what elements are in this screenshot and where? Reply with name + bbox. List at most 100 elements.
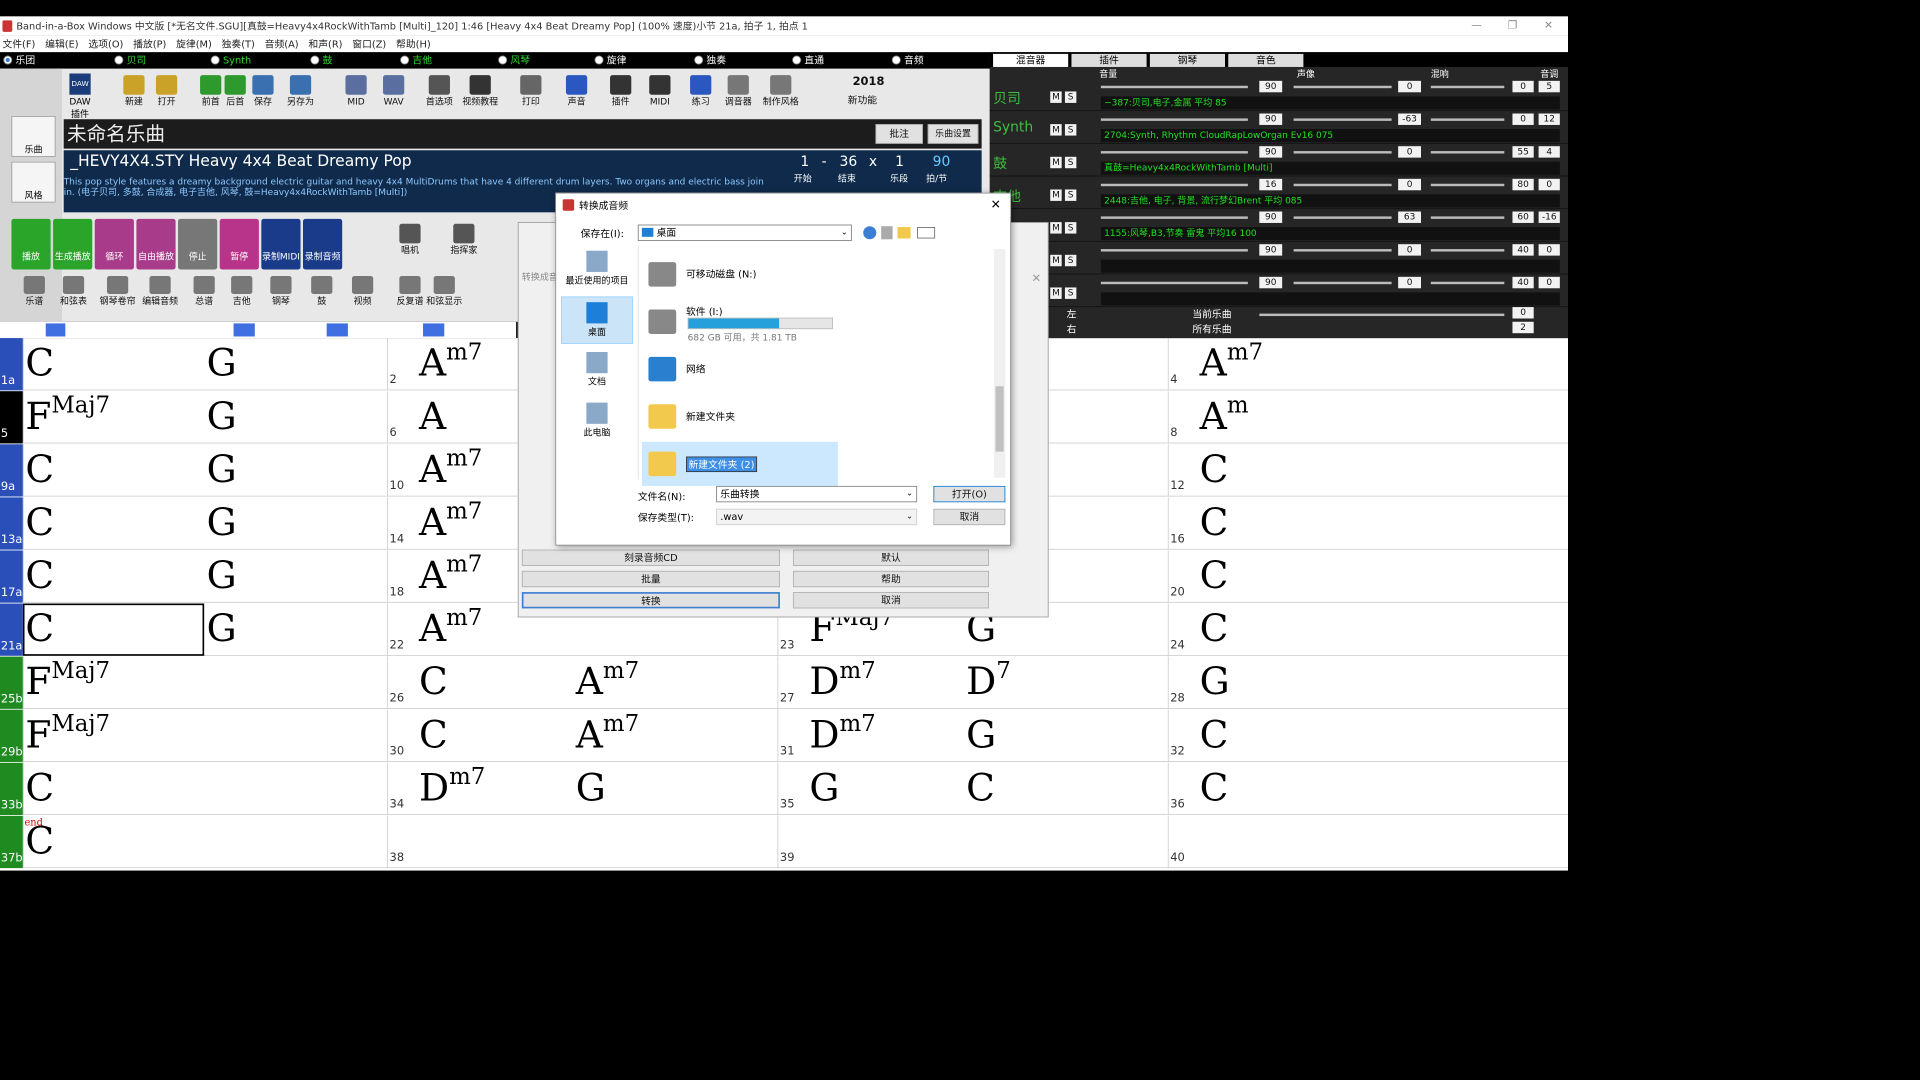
reverb-slider[interactable] (1430, 151, 1505, 154)
pan-value[interactable]: 0 (1398, 80, 1422, 93)
volume-value[interactable]: 90 (1259, 244, 1283, 256)
open-button[interactable]: 打开(O) (933, 485, 1006, 503)
transport-extra-0[interactable]: 唱机 (387, 223, 433, 257)
transport-button-1[interactable]: 生成播放 (53, 218, 93, 270)
menu-item-5[interactable]: 独奏(T) (222, 38, 255, 49)
file-type-select[interactable]: .wav ⌄ (716, 508, 918, 526)
mixer-tab-0[interactable]: 混音器 (993, 53, 1069, 67)
view-button-3[interactable]: 编辑音频 (140, 276, 179, 307)
mixer-btn-s[interactable]: S (1064, 254, 1077, 267)
patch-name[interactable] (1100, 292, 1560, 306)
mixer-btn-m[interactable]: M (1050, 124, 1062, 136)
pan-slider[interactable] (1293, 85, 1392, 89)
view-button-6[interactable]: 钢琴 (261, 276, 300, 307)
view-button-10[interactable]: 和弦显示 (425, 276, 464, 307)
bar-cell[interactable]: C (22, 815, 388, 869)
transport-button-5[interactable]: 暂停 (219, 218, 259, 270)
bar-cell[interactable]: FMaj7 G (22, 391, 388, 444)
maximize-button[interactable]: ❐ (1496, 16, 1529, 36)
tone-value[interactable]: 0 (1538, 276, 1560, 289)
tone-value[interactable]: 12 (1538, 113, 1560, 125)
pan-value[interactable]: 0 (1398, 244, 1422, 256)
volume-value[interactable]: 90 (1259, 113, 1283, 125)
mixer-btn-m[interactable]: M (1050, 222, 1062, 234)
pan-value[interactable]: 0 (1398, 276, 1422, 289)
pan-slider[interactable] (1293, 216, 1392, 219)
menu-item-2[interactable]: 选项(O) (88, 38, 123, 49)
bar-cell[interactable]: 8 Am (1167, 391, 1569, 444)
reverb-value[interactable]: 60 (1512, 211, 1534, 223)
volume-slider[interactable] (1100, 151, 1248, 154)
volume-slider[interactable] (1100, 118, 1248, 121)
notes-button[interactable]: 批注 (875, 124, 923, 144)
reverb-value[interactable]: 0 (1512, 80, 1534, 93)
song-button[interactable]: 乐曲 (11, 115, 56, 157)
view-button-0[interactable]: 乐谱 (15, 276, 54, 307)
bar-cell[interactable]: CG (22, 550, 388, 603)
mixer-tab-1[interactable]: 插件 (1071, 53, 1147, 67)
mixer-btn-m[interactable]: M (1050, 189, 1062, 201)
dialog-close-icon[interactable]: ✕ (991, 197, 1001, 212)
transport-extra-1[interactable]: 指挥家 (441, 223, 487, 257)
outer-button-0[interactable]: 刻录音频CD (521, 549, 780, 566)
transport-button-6[interactable]: 录制MIDI (261, 218, 301, 270)
reverb-slider[interactable] (1430, 249, 1505, 252)
bar-cell[interactable]: 35 G C (777, 762, 1168, 816)
patch-name[interactable]: ~387:贝司,电子,金属 平均 85 (1100, 96, 1560, 110)
file-item[interactable]: 新建文件夹 (2) (641, 441, 838, 486)
toolbar-button-12[interactable]: 插件 (603, 75, 639, 108)
new-folder-icon[interactable] (897, 227, 911, 239)
toolbar-button-9[interactable]: 视频教程 (462, 75, 498, 108)
pan-value[interactable]: -63 (1398, 113, 1422, 125)
toolbar-button-11[interactable]: 声音 (559, 75, 595, 108)
pan-slider[interactable] (1293, 281, 1392, 285)
place-0[interactable]: 最近使用的项目 (561, 246, 633, 293)
view-menu-icon[interactable] (917, 227, 936, 239)
pan-slider[interactable] (1293, 183, 1392, 187)
bar-cell[interactable]: 32 C (1167, 709, 1569, 762)
track-radio-9[interactable]: 音频 (891, 54, 924, 67)
toolbar-button-13[interactable]: MIDI (642, 75, 678, 108)
file-item[interactable]: 网络 (642, 347, 838, 391)
reverb-slider[interactable] (1430, 281, 1505, 285)
toolbar-button-15[interactable]: 调音器 (720, 75, 756, 108)
mixer-btn-m[interactable]: M (1050, 287, 1062, 299)
toolbar-button-6[interactable]: MID (338, 75, 374, 108)
outer-button-4[interactable]: 转换 (521, 592, 780, 609)
mixer-btn-s[interactable]: S (1064, 124, 1077, 136)
transport-button-2[interactable]: 循环 (94, 218, 134, 270)
reverb-slider[interactable] (1430, 85, 1505, 89)
toolbar-button-1[interactable]: 打开 (149, 75, 185, 108)
track-radio-6[interactable]: 旋律 (594, 54, 626, 67)
patch-name[interactable] (1100, 259, 1560, 273)
reverb-value[interactable]: 80 (1512, 178, 1534, 191)
bar-cell[interactable]: 28 G (1167, 656, 1569, 709)
volume-slider[interactable] (1100, 216, 1248, 219)
pan-slider[interactable] (1293, 151, 1392, 154)
volume-value[interactable]: 16 (1259, 178, 1283, 191)
place-3[interactable]: 此电脑 (561, 398, 633, 445)
bar-cell[interactable]: 40 (1167, 815, 1569, 869)
patch-name[interactable]: 真鼓=Heavy4x4RockWithTamb [Multi] (1100, 161, 1560, 175)
bar-cell[interactable]: 12 C (1167, 444, 1569, 497)
volume-value[interactable]: 90 (1259, 276, 1283, 289)
toolbar-button-14[interactable]: 练习 (683, 75, 719, 108)
bar-cell[interactable]: 31 Dm7 G (777, 709, 1168, 762)
bar-cell[interactable]: CG (22, 444, 388, 497)
mixer-btn-s[interactable]: S (1064, 156, 1077, 169)
patch-name[interactable]: 2704:Synth, Rhythm CloudRapLowOrgan Ev16… (1100, 129, 1560, 143)
bar-cell[interactable]: C (22, 762, 388, 816)
volume-slider[interactable] (1100, 249, 1248, 252)
pan-slider[interactable] (1293, 249, 1392, 252)
cancel-button[interactable]: 取消 (933, 508, 1006, 526)
up-folder-icon[interactable] (881, 226, 893, 240)
menu-item-8[interactable]: 窗口(Z) (352, 38, 386, 49)
toolbar-button-4[interactable]: 保存 (245, 75, 281, 108)
toolbar-button-5[interactable]: 另存为 (283, 75, 319, 108)
chorus-count-value[interactable]: 1 (895, 154, 904, 170)
bar-cell[interactable]: 30 C Am7 (387, 709, 778, 762)
menu-item-9[interactable]: 帮助(H) (396, 38, 431, 49)
track-radio-3[interactable]: 鼓 (310, 54, 332, 67)
transport-button-0[interactable]: 播放 (11, 218, 51, 270)
song-title[interactable]: 未命名乐曲 (63, 119, 982, 149)
